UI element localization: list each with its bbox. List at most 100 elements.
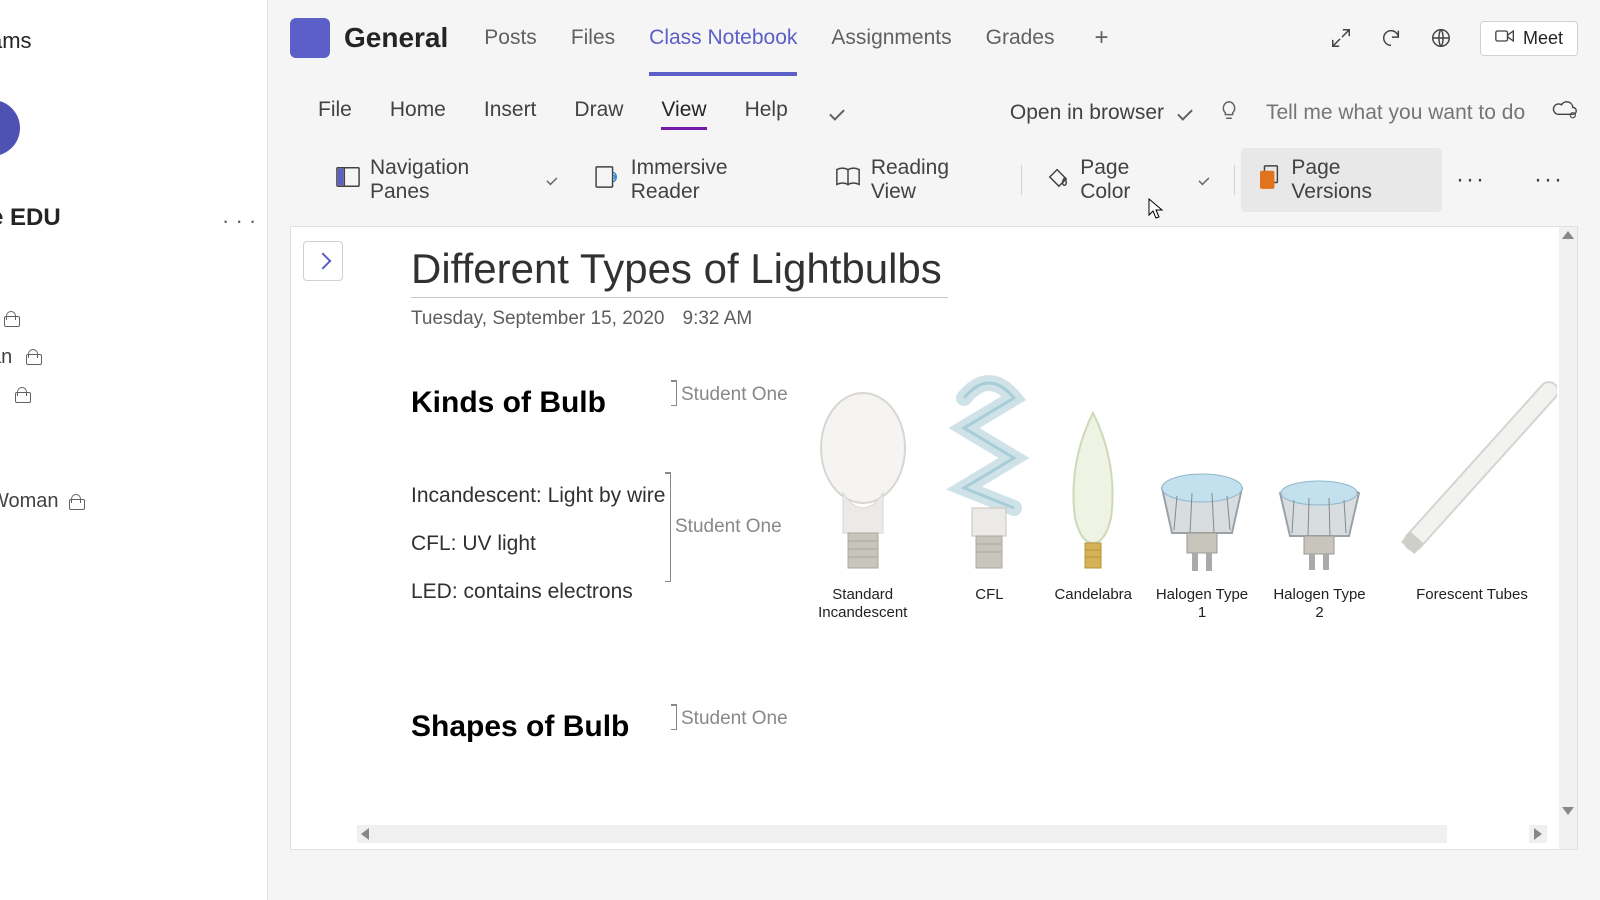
- author-bracket: [671, 704, 677, 730]
- halogen2-bulb-image: [1272, 468, 1367, 578]
- camera-icon: [1495, 28, 1515, 49]
- scroll-right-icon: [1534, 828, 1542, 840]
- add-tab-icon[interactable]: +: [1095, 24, 1109, 52]
- bulb-caption: Halogen Type 2: [1272, 586, 1367, 622]
- vertical-scrollbar[interactable]: [1559, 227, 1577, 849]
- channel-item[interactable]: n: [0, 376, 267, 414]
- hidden-channel-item[interactable]: Woman: [0, 490, 83, 513]
- page-meta: Tuesday, September 15, 2020 9:32 AM: [411, 308, 1557, 330]
- channel-item[interactable]: an: [0, 338, 267, 376]
- open-in-browser[interactable]: Open in browser: [1010, 101, 1192, 125]
- chevron-down-icon: [1198, 175, 1209, 186]
- bulb-item: CFL: [944, 368, 1034, 622]
- scroll-left-icon[interactable]: [361, 828, 369, 840]
- navigation-panes-button[interactable]: Navigation Panes: [318, 148, 577, 212]
- onenote-menubar: File Home Insert Draw View Help Open in …: [290, 76, 1578, 140]
- channel-name: General: [344, 22, 448, 54]
- horizontal-scrollbar[interactable]: [357, 825, 1447, 843]
- tab-files[interactable]: Files: [571, 0, 615, 76]
- author-label: Student One: [681, 384, 788, 406]
- team-title-fragment: e EDU: [0, 204, 61, 232]
- bulb-item: Forescent Tubes: [1387, 378, 1557, 622]
- chevron-right-icon: [315, 253, 332, 270]
- panes-icon: [336, 166, 360, 194]
- bulb-caption: Standard Incandescent: [801, 586, 924, 622]
- tab-assignments[interactable]: Assignments: [831, 0, 951, 76]
- overflow-icon[interactable]: ···: [1520, 166, 1578, 194]
- bulb-item: Halogen Type 1: [1152, 458, 1252, 622]
- menu-file[interactable]: File: [318, 98, 352, 128]
- section-heading[interactable]: Shapes of Bulb: [411, 710, 629, 744]
- author-bracket: [665, 472, 671, 582]
- lock-icon: [4, 311, 18, 327]
- meet-button[interactable]: Meet: [1480, 21, 1578, 56]
- immersive-reader-icon: [595, 166, 621, 194]
- lock-icon: [69, 494, 83, 510]
- page-title[interactable]: Different Types of Lightbulbs: [411, 245, 948, 298]
- scroll-down-icon[interactable]: [1562, 807, 1574, 815]
- reading-view-button[interactable]: Reading View: [817, 148, 1015, 212]
- bulb-caption: CFL: [975, 586, 1003, 622]
- page-date: Tuesday, September 15, 2020: [411, 308, 665, 330]
- immersive-reader-button[interactable]: Immersive Reader: [577, 148, 817, 212]
- left-sidebar: ams e EDU · · · an n Woman: [0, 0, 268, 900]
- chevron-down-icon: [1177, 105, 1193, 121]
- view-ribbon: Navigation Panes Immersive Reader Readin…: [290, 140, 1578, 220]
- lock-icon: [15, 387, 29, 403]
- channel-item[interactable]: [0, 300, 267, 338]
- menu-insert[interactable]: Insert: [484, 98, 537, 128]
- author-label: Student One: [681, 708, 788, 730]
- scroll-track[interactable]: [369, 827, 1447, 841]
- onenote-app: File Home Insert Draw View Help Open in …: [268, 76, 1600, 850]
- scroll-up-icon[interactable]: [1562, 231, 1574, 239]
- menu-draw[interactable]: Draw: [574, 98, 623, 128]
- candelabra-bulb-image: [1063, 408, 1123, 578]
- page-versions-icon: [1259, 165, 1281, 195]
- menu-home[interactable]: Home: [390, 98, 446, 128]
- bulb-image-row: Standard Incandescent: [801, 368, 1557, 622]
- incandescent-bulb-image: [818, 378, 908, 578]
- menu-view[interactable]: View: [661, 98, 706, 128]
- globe-icon[interactable]: [1430, 27, 1452, 49]
- page-content: Different Types of Lightbulbs Tuesday, S…: [411, 245, 1557, 604]
- app-name-fragment: ams: [0, 28, 32, 54]
- bulb-caption: Candelabra: [1054, 586, 1132, 622]
- channel-avatar[interactable]: [290, 18, 330, 58]
- channel-header: General Posts Files Class Notebook Assig…: [268, 0, 1600, 76]
- chevron-down-icon[interactable]: [829, 105, 845, 121]
- page-canvas[interactable]: Different Types of Lightbulbs Tuesday, S…: [290, 226, 1578, 850]
- tab-posts[interactable]: Posts: [484, 0, 537, 76]
- team-avatar[interactable]: [0, 100, 20, 156]
- cloud-sync-icon[interactable]: [1552, 100, 1578, 126]
- lightbulb-icon: [1218, 99, 1240, 127]
- halogen1-bulb-image: [1152, 458, 1252, 578]
- cfl-bulb-image: [944, 368, 1034, 578]
- fluorescent-tube-image: [1387, 378, 1557, 578]
- tab-grades[interactable]: Grades: [986, 0, 1055, 76]
- chevron-down-icon: [547, 175, 558, 186]
- author-label: Student One: [675, 516, 782, 538]
- tab-class-notebook[interactable]: Class Notebook: [649, 0, 797, 76]
- refresh-icon[interactable]: [1380, 27, 1402, 49]
- bulb-item: Candelabra: [1054, 408, 1132, 622]
- expand-navigation-button[interactable]: [303, 241, 343, 281]
- menu-help[interactable]: Help: [745, 98, 788, 128]
- bulb-item: Halogen Type 2: [1272, 468, 1367, 622]
- channel-tabs: Posts Files Class Notebook Assignments G…: [484, 0, 1108, 76]
- scroll-right-button[interactable]: [1529, 825, 1547, 843]
- main-area: General Posts Files Class Notebook Assig…: [268, 0, 1600, 900]
- page-versions-button[interactable]: Page Versions: [1241, 148, 1442, 212]
- expand-icon[interactable]: [1330, 27, 1352, 49]
- bulb-caption: Halogen Type 1: [1152, 586, 1252, 622]
- paint-bucket-icon: [1046, 166, 1070, 194]
- book-icon: [835, 166, 861, 194]
- bulb-caption: Forescent Tubes: [1416, 586, 1528, 622]
- more-icon[interactable]: ···: [1442, 166, 1500, 194]
- tell-me-input[interactable]: [1266, 101, 1526, 125]
- bulb-item: Standard Incandescent: [801, 378, 924, 622]
- lock-icon: [26, 349, 40, 365]
- more-options-icon[interactable]: · · ·: [222, 208, 256, 234]
- page-color-button[interactable]: Page Color: [1028, 148, 1228, 212]
- author-bracket: [671, 380, 677, 406]
- divider: [1234, 165, 1235, 195]
